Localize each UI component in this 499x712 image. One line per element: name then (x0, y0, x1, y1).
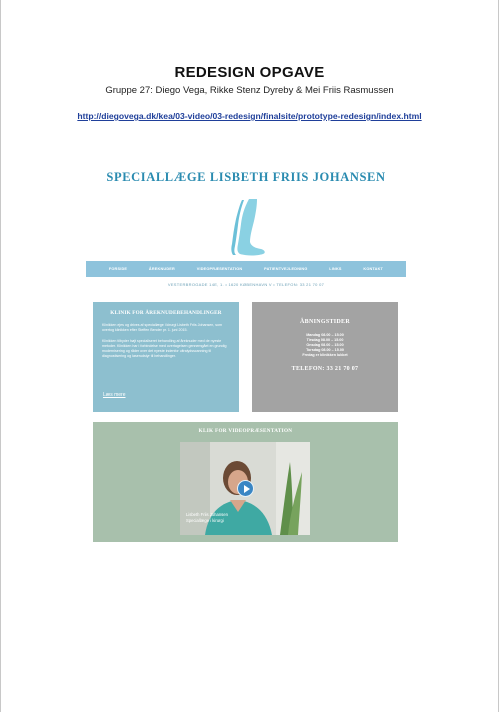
caption-role: Speciallæge i kirurgi (186, 517, 224, 523)
play-icon[interactable] (237, 480, 254, 497)
read-more-link[interactable]: Læs mere (103, 392, 126, 398)
video-heading: KLIK FOR VIDEOPRÆSENTATION (198, 428, 293, 434)
nav-item-forside[interactable]: FORSIDE (109, 267, 127, 271)
opening-hours-card: ÅBNINGSTIDER Mandag 08.00 – 15.00 Tirsda… (252, 302, 398, 412)
hours-line: Fredag er klinikken lukket (302, 353, 348, 357)
clinic-paragraph: Klinikken tilbyder højt specialiseret be… (102, 338, 227, 359)
website-screenshot: SPECIALLÆGE LISBETH FRIIS JOHANSEN FORSI… (86, 160, 406, 550)
clinic-paragraph: Klinikken ejes og drives af speciallæge … (102, 323, 223, 333)
prototype-link[interactable]: http://diegovega.dk/kea/03-video/03-rede… (0, 111, 499, 121)
site-nav: FORSIDE ÅREKNUDER VIDEOPRÆSENTATION PATI… (86, 261, 406, 277)
clinic-heading: KLINIK FOR ÅREKNUDEBEHANDLINGER (110, 310, 222, 316)
site-title: SPECIALLÆGE LISBETH FRIIS JOHANSEN (106, 170, 386, 184)
nav-item-links[interactable]: LINKS (329, 267, 341, 271)
phone-number: TELEFON: 33 21 70 07 (291, 366, 359, 372)
video-section: KLIK FOR VIDEOPRÆSENTATION Lisbeth Friis… (93, 422, 398, 542)
caption-name: Lisbeth Friis Johansen (186, 512, 228, 517)
leg-logo-icon (231, 199, 265, 256)
opening-hours-heading: ÅBNINGSTIDER (300, 319, 350, 325)
document-title: REDESIGN OPGAVE (174, 64, 325, 81)
nav-item-videopraesentation[interactable]: VIDEOPRÆSENTATION (197, 267, 243, 271)
document-subtitle: Gruppe 27: Diego Vega, Rikke Stenz Dyreb… (105, 85, 394, 96)
nav-item-areknuder[interactable]: ÅREKNUDER (149, 267, 175, 271)
video-caption: Lisbeth Friis Johansen Speciallæge i kir… (186, 512, 228, 523)
clinic-card: KLINIK FOR ÅREKNUDEBEHANDLINGER Klinikke… (93, 302, 239, 412)
nav-item-kontakt[interactable]: KONTAKT (363, 267, 383, 271)
video-player[interactable]: Lisbeth Friis Johansen Speciallæge i kir… (180, 442, 310, 535)
site-address: VESTERBROGADE 14E, 1. • 1620 KØBENHAVN V… (167, 282, 325, 287)
nav-item-patientvejledning[interactable]: PATIENTVEJLEDNING (264, 267, 307, 271)
